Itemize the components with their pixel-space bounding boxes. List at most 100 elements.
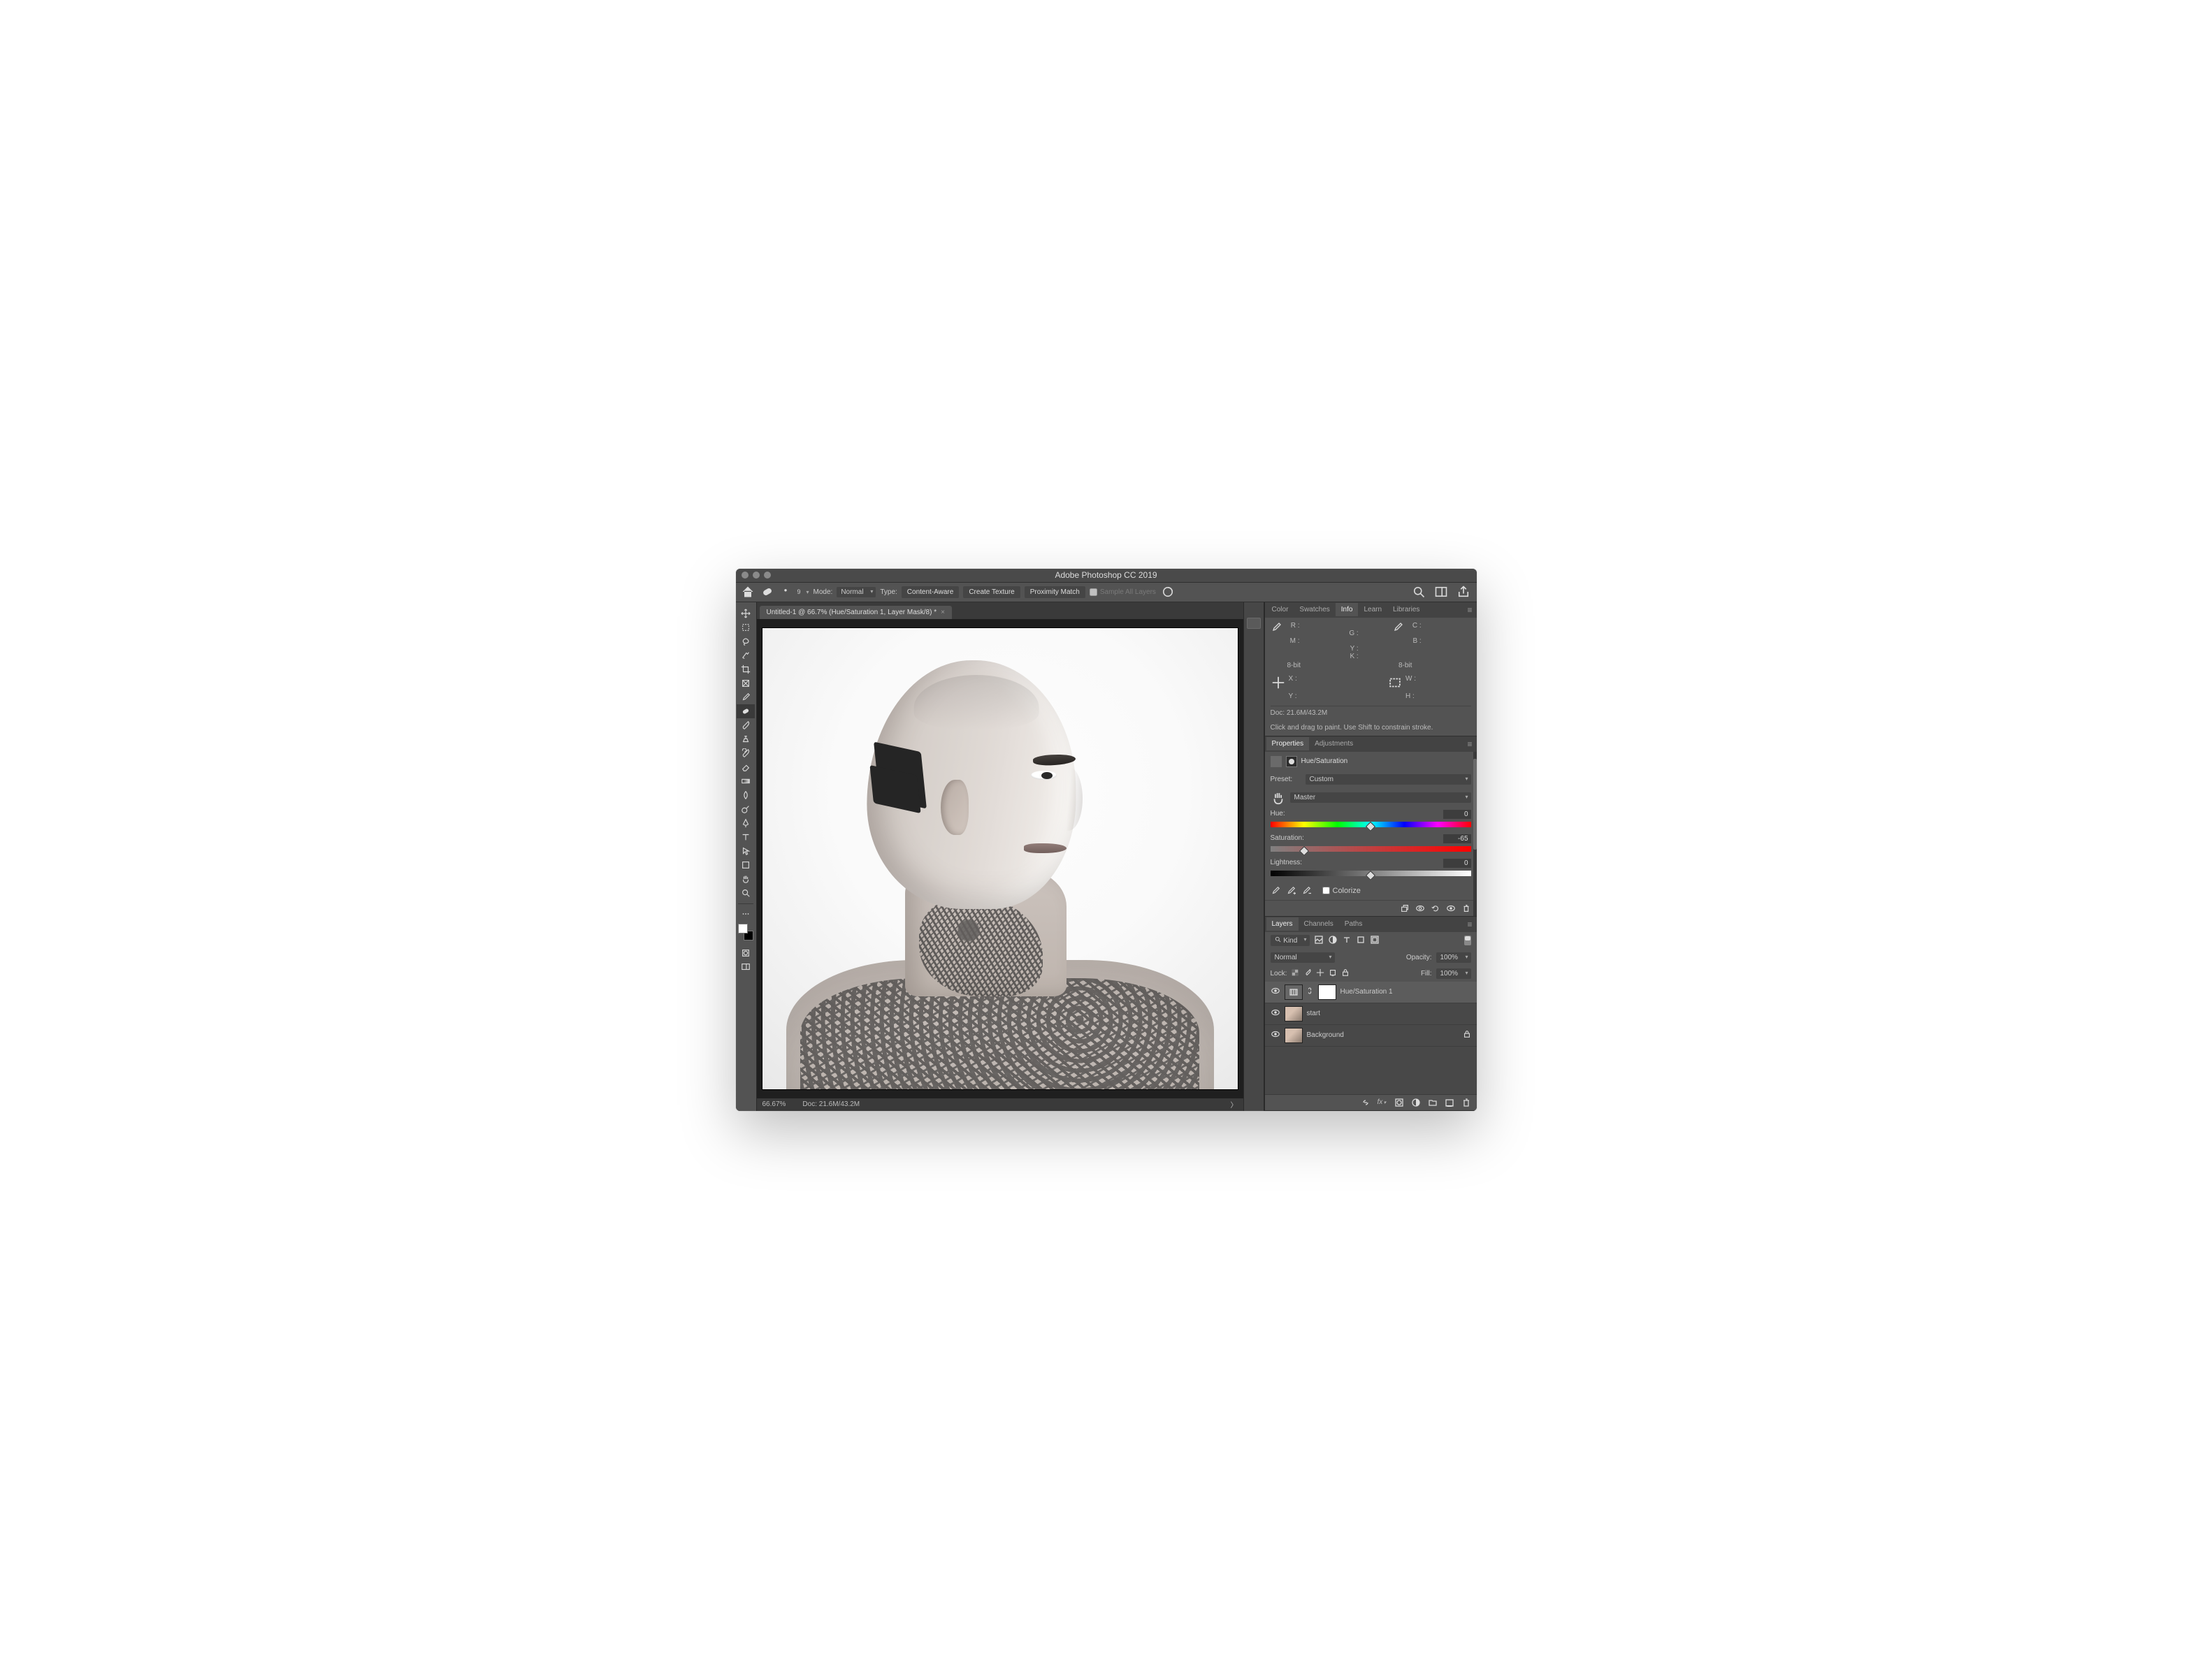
status-arrow-icon[interactable]: 〉 bbox=[1231, 1099, 1238, 1110]
tab-paths[interactable]: Paths bbox=[1339, 917, 1368, 931]
btn-create-texture[interactable]: Create Texture bbox=[963, 586, 1020, 598]
layer-thumb[interactable] bbox=[1285, 1006, 1303, 1022]
foreground-color-swatch[interactable] bbox=[738, 924, 748, 933]
pressure-icon[interactable] bbox=[1160, 584, 1176, 599]
document-tab[interactable]: Untitled-1 @ 66.7% (Hue/Saturation 1, La… bbox=[760, 606, 952, 619]
channel-dropdown[interactable]: Master bbox=[1290, 792, 1471, 803]
reset-icon[interactable] bbox=[1431, 903, 1440, 913]
delete-layer-icon[interactable] bbox=[1461, 1098, 1471, 1107]
dodge-tool[interactable] bbox=[737, 802, 755, 816]
tab-properties[interactable]: Properties bbox=[1266, 737, 1310, 750]
close-tab-icon[interactable]: × bbox=[941, 609, 945, 616]
filter-smart-icon[interactable] bbox=[1370, 935, 1380, 947]
lock-transparent-icon[interactable] bbox=[1291, 968, 1299, 979]
lock-position-icon[interactable] bbox=[1316, 968, 1324, 979]
visibility-toggle-icon[interactable] bbox=[1271, 986, 1280, 998]
blend-mode-dropdown[interactable]: Normal bbox=[1271, 952, 1335, 963]
filter-shape-icon[interactable] bbox=[1356, 935, 1366, 947]
layer-thumb[interactable] bbox=[1285, 1028, 1303, 1043]
layer-name[interactable]: Background bbox=[1307, 1031, 1344, 1039]
filter-type-icon[interactable] bbox=[1342, 935, 1352, 947]
tab-adjustments[interactable]: Adjustments bbox=[1309, 737, 1359, 750]
quick-mask-icon[interactable] bbox=[737, 946, 755, 960]
fx-icon[interactable]: fx▾ bbox=[1378, 1098, 1387, 1107]
layer-name[interactable]: start bbox=[1307, 1010, 1320, 1017]
edit-toolbar-icon[interactable] bbox=[737, 907, 755, 921]
canvas[interactable] bbox=[757, 619, 1243, 1098]
crop-tool[interactable] bbox=[737, 662, 755, 676]
brush-size-value[interactable]: 9 bbox=[796, 588, 802, 595]
filter-adjust-icon[interactable] bbox=[1328, 935, 1338, 947]
docsize-label[interactable]: Doc: 21.6M/43.2M bbox=[802, 1100, 860, 1108]
quick-select-tool[interactable] bbox=[737, 648, 755, 662]
filter-toggle-icon[interactable] bbox=[1464, 936, 1471, 945]
colorize-checkbox[interactable]: Colorize bbox=[1322, 887, 1361, 895]
hue-slider[interactable]: Hue:0 bbox=[1265, 808, 1477, 833]
new-layer-icon[interactable] bbox=[1445, 1098, 1454, 1107]
view-previous-icon[interactable] bbox=[1415, 903, 1425, 913]
tab-color[interactable]: Color bbox=[1266, 603, 1294, 616]
zoom-level[interactable]: 66.67% bbox=[762, 1100, 786, 1108]
share-icon[interactable] bbox=[1456, 584, 1471, 599]
tab-channels[interactable]: Channels bbox=[1299, 917, 1339, 931]
workspace-switcher-icon[interactable] bbox=[1433, 584, 1449, 599]
search-icon[interactable] bbox=[1411, 584, 1426, 599]
healing-brush-tool[interactable] bbox=[737, 704, 755, 718]
layer-row[interactable]: start bbox=[1265, 1003, 1477, 1025]
lock-all-icon[interactable] bbox=[1341, 968, 1350, 979]
visibility-toggle-icon[interactable] bbox=[1271, 1008, 1280, 1019]
eyedropper-add-icon[interactable] bbox=[1286, 886, 1296, 896]
eraser-tool[interactable] bbox=[737, 760, 755, 774]
add-mask-icon[interactable] bbox=[1394, 1098, 1404, 1107]
healing-tool-icon[interactable] bbox=[760, 584, 775, 599]
sample-all-layers-checkbox[interactable]: Sample All Layers bbox=[1090, 588, 1156, 596]
layer-name[interactable]: Hue/Saturation 1 bbox=[1340, 988, 1393, 996]
mode-dropdown[interactable]: Normal bbox=[837, 587, 876, 597]
type-tool[interactable] bbox=[737, 830, 755, 844]
eyedropper-subtract-icon[interactable] bbox=[1301, 886, 1311, 896]
lock-artboard-icon[interactable] bbox=[1329, 968, 1337, 979]
panel-menu-icon[interactable]: ≡ bbox=[1463, 920, 1476, 929]
frame-tool[interactable] bbox=[737, 676, 755, 690]
toggle-visibility-icon[interactable] bbox=[1446, 903, 1456, 913]
tab-info[interactable]: Info bbox=[1336, 603, 1359, 616]
preset-dropdown[interactable]: Custom bbox=[1306, 774, 1471, 785]
clip-to-layer-icon[interactable] bbox=[1400, 903, 1410, 913]
tab-learn[interactable]: Learn bbox=[1358, 603, 1387, 616]
lightness-slider[interactable]: Lightness:0 bbox=[1265, 857, 1477, 882]
home-button[interactable] bbox=[740, 584, 756, 599]
move-tool[interactable] bbox=[737, 606, 755, 620]
filter-pixel-icon[interactable] bbox=[1314, 935, 1324, 947]
opacity-input[interactable]: 100% bbox=[1436, 952, 1471, 963]
shape-tool[interactable] bbox=[737, 858, 755, 872]
zoom-tool[interactable] bbox=[737, 886, 755, 900]
panel-menu-icon[interactable]: ≡ bbox=[1463, 605, 1476, 615]
pen-tool[interactable] bbox=[737, 816, 755, 830]
history-brush-tool[interactable] bbox=[737, 746, 755, 760]
layer-thumb-adjustment[interactable] bbox=[1285, 984, 1303, 1000]
eyedropper-tool[interactable] bbox=[737, 690, 755, 704]
marquee-tool[interactable] bbox=[737, 620, 755, 634]
clone-stamp-tool[interactable] bbox=[737, 732, 755, 746]
link-layers-icon[interactable] bbox=[1361, 1098, 1371, 1107]
tab-layers[interactable]: Layers bbox=[1266, 917, 1299, 931]
collapsed-panel-icon[interactable] bbox=[1247, 618, 1261, 629]
delete-adjustment-icon[interactable] bbox=[1461, 903, 1471, 913]
color-swatches[interactable] bbox=[737, 924, 755, 940]
layer-mask-thumb[interactable] bbox=[1318, 984, 1336, 1000]
mask-link-icon[interactable] bbox=[1307, 987, 1314, 997]
panel-menu-icon[interactable]: ≡ bbox=[1463, 739, 1476, 749]
new-adjustment-icon[interactable] bbox=[1411, 1098, 1421, 1107]
blur-tool[interactable] bbox=[737, 788, 755, 802]
gradient-tool[interactable] bbox=[737, 774, 755, 788]
visibility-toggle-icon[interactable] bbox=[1271, 1029, 1280, 1041]
targeted-adjust-icon[interactable] bbox=[1271, 790, 1286, 806]
layer-row[interactable]: Hue/Saturation 1 bbox=[1265, 982, 1477, 1003]
hand-tool[interactable] bbox=[737, 872, 755, 886]
path-select-tool[interactable] bbox=[737, 844, 755, 858]
lock-pixels-icon[interactable] bbox=[1303, 968, 1312, 979]
brush-preset-picker[interactable] bbox=[779, 586, 792, 598]
btn-content-aware[interactable]: Content-Aware bbox=[902, 586, 960, 598]
properties-scrollbar[interactable] bbox=[1473, 752, 1477, 916]
eyedropper-set-icon[interactable] bbox=[1271, 886, 1280, 896]
